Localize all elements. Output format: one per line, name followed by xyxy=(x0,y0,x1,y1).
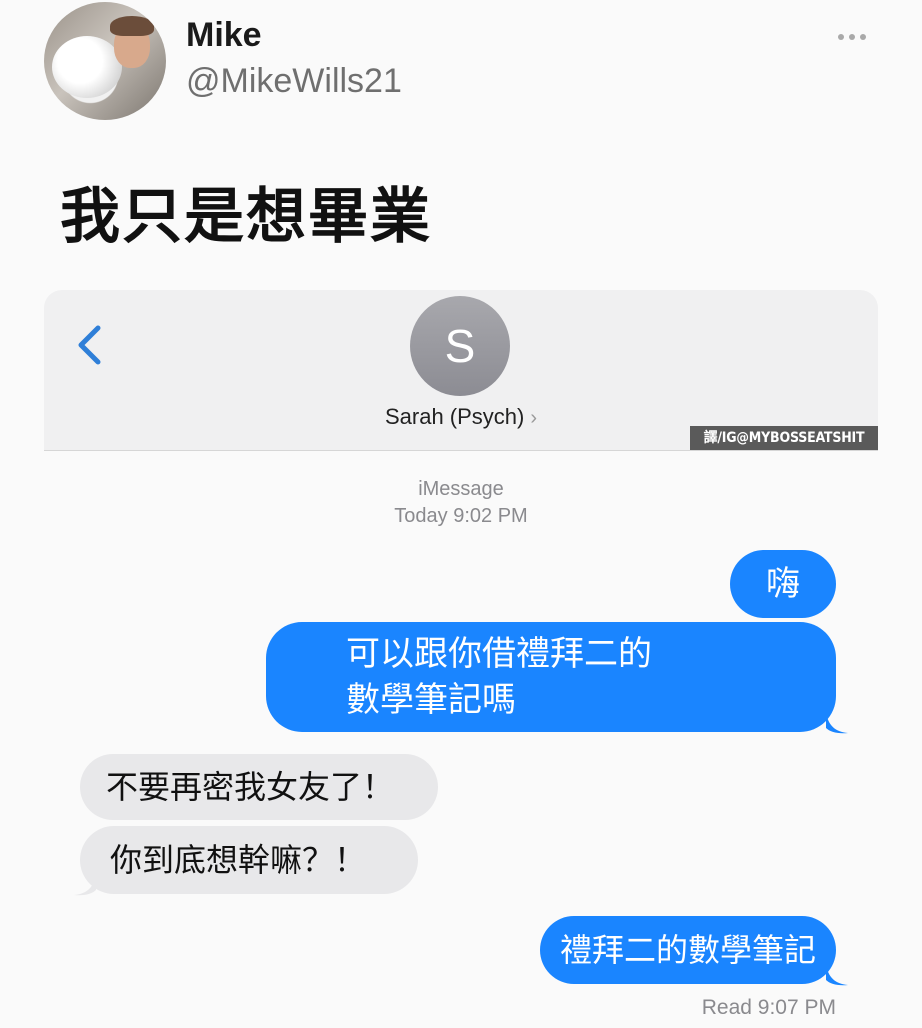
more-icon-dot xyxy=(838,34,844,40)
read-receipt: Read 9:07 PM xyxy=(701,996,836,1019)
bubble-tail xyxy=(826,964,848,986)
message-bubble-sent[interactable]: 嗨 xyxy=(730,550,836,618)
more-icon[interactable] xyxy=(838,30,878,44)
screenshot-page: Mike @MikeWills21 我只是想畢業 S Sarah (Psych)… xyxy=(0,0,922,1028)
message-text-line: 可以跟你借禮拜二的 xyxy=(346,634,652,674)
back-chevron-icon[interactable] xyxy=(74,322,104,368)
message-bubble-received[interactable]: 不要再密我女友了！ xyxy=(80,754,438,820)
profile-avatar[interactable] xyxy=(44,2,166,120)
tweet-text: 我只是想畢業 xyxy=(60,182,432,252)
message-timestamp: Today 9:02 PM xyxy=(394,505,528,527)
contact-name: Sarah (Psych) xyxy=(384,404,525,429)
message-text-line: 數學筆記嗎 xyxy=(346,680,516,720)
avatar-photo-bubbles xyxy=(52,36,122,98)
watermark: 譯/IG@MYBOSSEATSHIT xyxy=(690,426,878,450)
bubble-tail xyxy=(826,712,848,734)
service-label: iMessage xyxy=(418,478,504,500)
avatar-photo-hair xyxy=(110,16,154,36)
user-handle[interactable]: @MikeWills21 xyxy=(186,62,402,101)
bubble-tail xyxy=(74,874,96,896)
more-icon-dot xyxy=(860,34,866,40)
message-bubble-sent[interactable]: 可以跟你借禮拜二的 數學筆記嗎 xyxy=(266,622,836,732)
contact-chevron-icon: › xyxy=(530,407,538,429)
more-icon-dot xyxy=(849,34,855,40)
contact-avatar[interactable]: S xyxy=(410,296,510,396)
message-bubble-sent[interactable]: 禮拜二的數學筆記 xyxy=(540,916,836,984)
user-name[interactable]: Mike xyxy=(186,16,262,55)
message-bubble-received[interactable]: 你到底想幹嘛？！ xyxy=(80,826,418,894)
